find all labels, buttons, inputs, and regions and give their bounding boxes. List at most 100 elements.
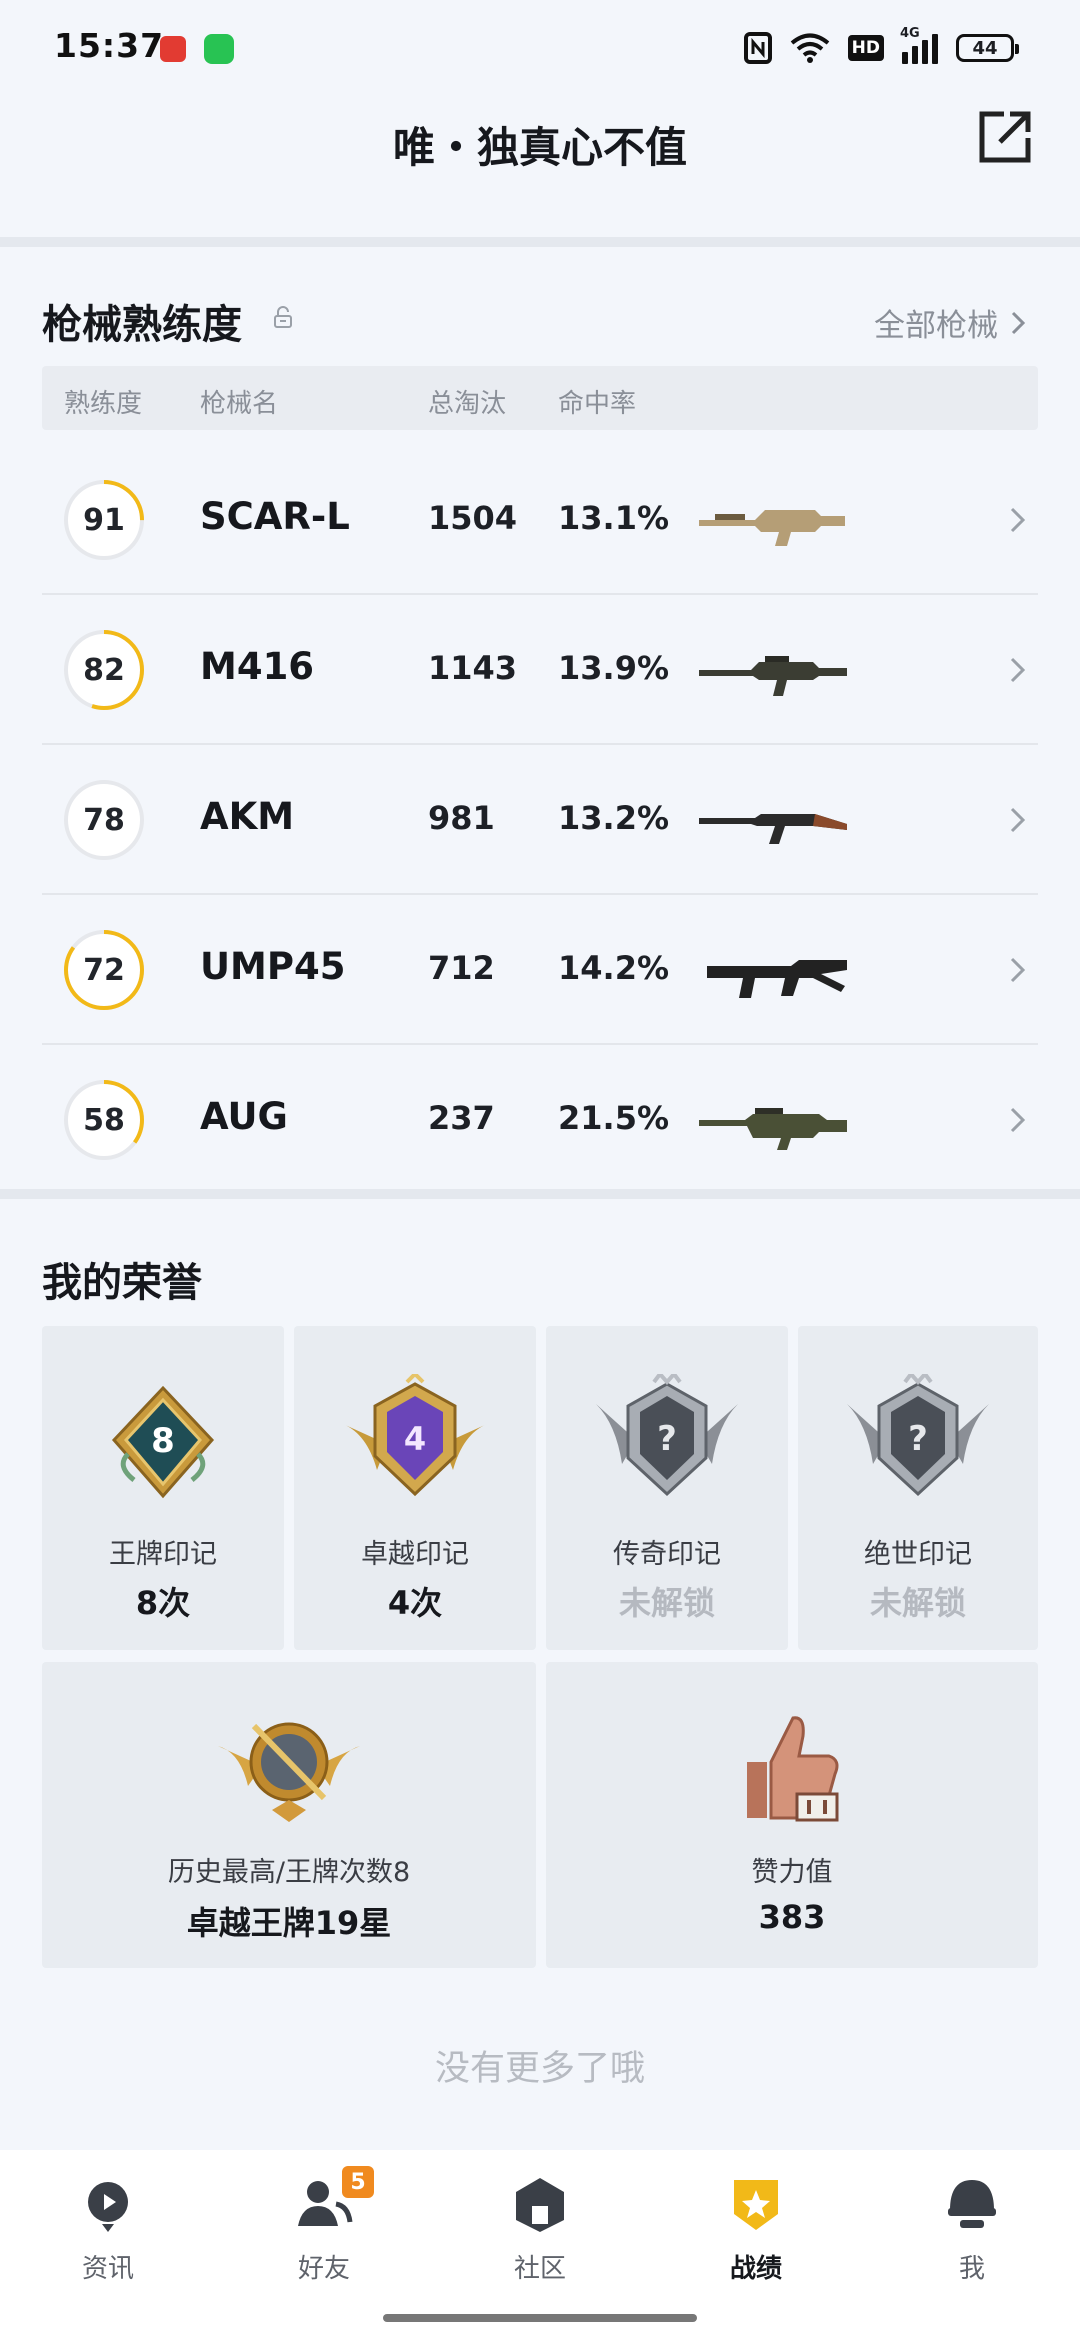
weapon-name: UMP45 bbox=[200, 945, 346, 988]
weapon-section-title: 枪械熟练度 bbox=[42, 302, 242, 348]
effort-value: 383 bbox=[758, 1898, 826, 1936]
weapon-total-kills: 237 bbox=[428, 1099, 495, 1137]
honor-card-legend[interactable]: ? 传奇印记 未解锁 bbox=[546, 1326, 788, 1650]
chevron-right-icon bbox=[1010, 807, 1026, 833]
weapon-total-kills: 1504 bbox=[428, 499, 518, 537]
section-divider bbox=[0, 1189, 1080, 1199]
home-indicator[interactable] bbox=[383, 2314, 697, 2322]
share-icon[interactable] bbox=[974, 106, 1036, 168]
page-header: 唯・独真心不值 bbox=[0, 92, 1080, 237]
honor-label: 卓越印记 bbox=[361, 1539, 469, 1570]
honor-card-excellent[interactable]: 4 卓越印记 4次 bbox=[294, 1326, 536, 1650]
excellent-mark-badge-icon: 4 bbox=[343, 1374, 487, 1497]
nav-label: 资讯 bbox=[81, 2254, 134, 2284]
weapon-hit-rate: 13.9% bbox=[558, 649, 670, 687]
ace-mark-badge-icon: 8 bbox=[111, 1385, 215, 1499]
column-proficiency: 熟练度 bbox=[64, 389, 143, 419]
nav-label: 好友 bbox=[297, 2254, 350, 2284]
honor-value: 未解锁 bbox=[869, 1584, 966, 1622]
all-weapons-link[interactable]: 全部枪械 bbox=[874, 300, 1026, 345]
status-bar: 15:37 HD 4G 44 bbox=[0, 0, 1080, 92]
weapon-row[interactable]: 91 SCAR-L 1504 13.1% bbox=[42, 445, 1038, 595]
honor-section-title: 我的荣誉 bbox=[42, 1260, 202, 1306]
weapon-image bbox=[699, 814, 847, 844]
honor-card-history-best[interactable]: 历史最高/王牌次数8 卓越王牌19星 bbox=[42, 1662, 536, 1968]
profile-icon bbox=[948, 2180, 996, 2228]
friends-badge: 5 bbox=[342, 2166, 374, 2198]
hd-icon: HD bbox=[847, 35, 884, 61]
ace-badge-number: 8 bbox=[151, 1421, 175, 1461]
weapon-hit-rate: 13.1% bbox=[558, 499, 670, 537]
proficiency-value: 72 bbox=[83, 952, 125, 988]
status-icons: HD 4G 44 bbox=[743, 26, 1019, 66]
weapon-row[interactable]: 82 M416 1143 13.9% bbox=[42, 595, 1038, 745]
honor-value: 8次 bbox=[135, 1584, 191, 1622]
honor-label: 王牌印记 bbox=[109, 1539, 217, 1570]
history-best-label: 历史最高/王牌次数8 bbox=[167, 1857, 411, 1888]
no-more-text: 没有更多了哦 bbox=[434, 2049, 645, 2089]
weapon-image bbox=[699, 510, 845, 546]
chevron-right-icon bbox=[1010, 657, 1026, 683]
proficiency-value: 91 bbox=[83, 502, 125, 538]
honor-card-effort[interactable]: 赞力值 383 bbox=[546, 1662, 1038, 1968]
nav-item-community[interactable]: 社区 bbox=[460, 2174, 620, 2304]
message-notification-icon bbox=[204, 34, 234, 64]
record-icon bbox=[734, 2180, 778, 2230]
excellent-badge-number: 4 bbox=[404, 1420, 426, 1458]
weapon-row[interactable]: 72 UMP45 712 14.2% bbox=[42, 895, 1038, 1045]
status-time: 15:37 bbox=[54, 26, 165, 65]
honor-card-ace[interactable]: 8 王牌印记 8次 bbox=[42, 1326, 284, 1650]
peerless-mark-locked-badge-icon: ? bbox=[847, 1374, 989, 1497]
community-icon bbox=[516, 2178, 564, 2232]
honor-label: 传奇印记 bbox=[613, 1539, 721, 1570]
weapon-name: AKM bbox=[200, 795, 295, 838]
legend-mark-locked-badge-icon: ? bbox=[596, 1374, 738, 1497]
proficiency-value: 78 bbox=[83, 802, 125, 838]
column-weapon-name: 枪械名 bbox=[200, 389, 279, 419]
nav-item-me[interactable]: 我 bbox=[892, 2174, 1052, 2304]
legend-badge-symbol: ? bbox=[657, 1419, 677, 1459]
effort-label: 赞力值 bbox=[751, 1857, 833, 1888]
weapon-image bbox=[699, 656, 847, 696]
all-weapons-label: 全部枪械 bbox=[874, 308, 998, 344]
ace-rank-emblem-icon bbox=[218, 1722, 360, 1822]
weapon-total-kills: 981 bbox=[428, 799, 495, 837]
battery-icon: 44 bbox=[956, 34, 1019, 62]
news-icon bbox=[88, 2182, 128, 2232]
thumbs-up-icon bbox=[747, 1716, 839, 1822]
weapon-image bbox=[707, 960, 847, 998]
section-divider bbox=[0, 237, 1080, 247]
wifi-icon bbox=[790, 33, 829, 63]
chevron-right-icon bbox=[1010, 957, 1026, 983]
nav-item-news[interactable]: 资讯 bbox=[28, 2174, 188, 2304]
network-type-label: 4G bbox=[900, 26, 920, 41]
chevron-right-icon bbox=[1011, 311, 1026, 334]
weapon-hit-rate: 14.2% bbox=[558, 949, 670, 987]
weapon-total-kills: 1143 bbox=[428, 649, 518, 687]
weapon-image bbox=[699, 1108, 847, 1150]
weapon-total-kills: 712 bbox=[428, 949, 495, 987]
nav-label: 战绩 bbox=[729, 2254, 782, 2284]
column-total-kills: 总淘汰 bbox=[428, 389, 507, 419]
nfc-icon bbox=[743, 32, 772, 64]
weapon-name: AUG bbox=[200, 1095, 288, 1138]
nav-item-friends[interactable]: 5 好友 bbox=[244, 2166, 404, 2304]
weapon-row[interactable]: 78 AKM 981 13.2% bbox=[42, 745, 1038, 895]
app-notification-icon bbox=[160, 36, 186, 62]
weapon-name: M416 bbox=[200, 645, 315, 688]
honor-card-peerless[interactable]: ? 绝世印记 未解锁 bbox=[798, 1326, 1038, 1650]
lock-icon[interactable] bbox=[272, 306, 294, 328]
honor-value: 未解锁 bbox=[618, 1584, 715, 1622]
signal-icon: 4G bbox=[900, 26, 938, 64]
proficiency-value: 82 bbox=[83, 652, 125, 688]
peerless-badge-symbol: ? bbox=[908, 1419, 928, 1459]
honor-label: 绝世印记 bbox=[864, 1539, 972, 1570]
history-best-value: 卓越王牌19星 bbox=[186, 1904, 392, 1942]
column-hit-rate: 命中率 bbox=[558, 389, 637, 419]
page-title: 唯・独真心不值 bbox=[392, 123, 687, 172]
nav-item-record[interactable]: 战绩 bbox=[676, 2174, 836, 2304]
weapon-hit-rate: 21.5% bbox=[558, 1099, 670, 1137]
weapon-row[interactable]: 58 AUG 237 21.5% bbox=[42, 1045, 1038, 1195]
weapon-hit-rate: 13.2% bbox=[558, 799, 670, 837]
nav-label: 社区 bbox=[513, 2254, 566, 2284]
